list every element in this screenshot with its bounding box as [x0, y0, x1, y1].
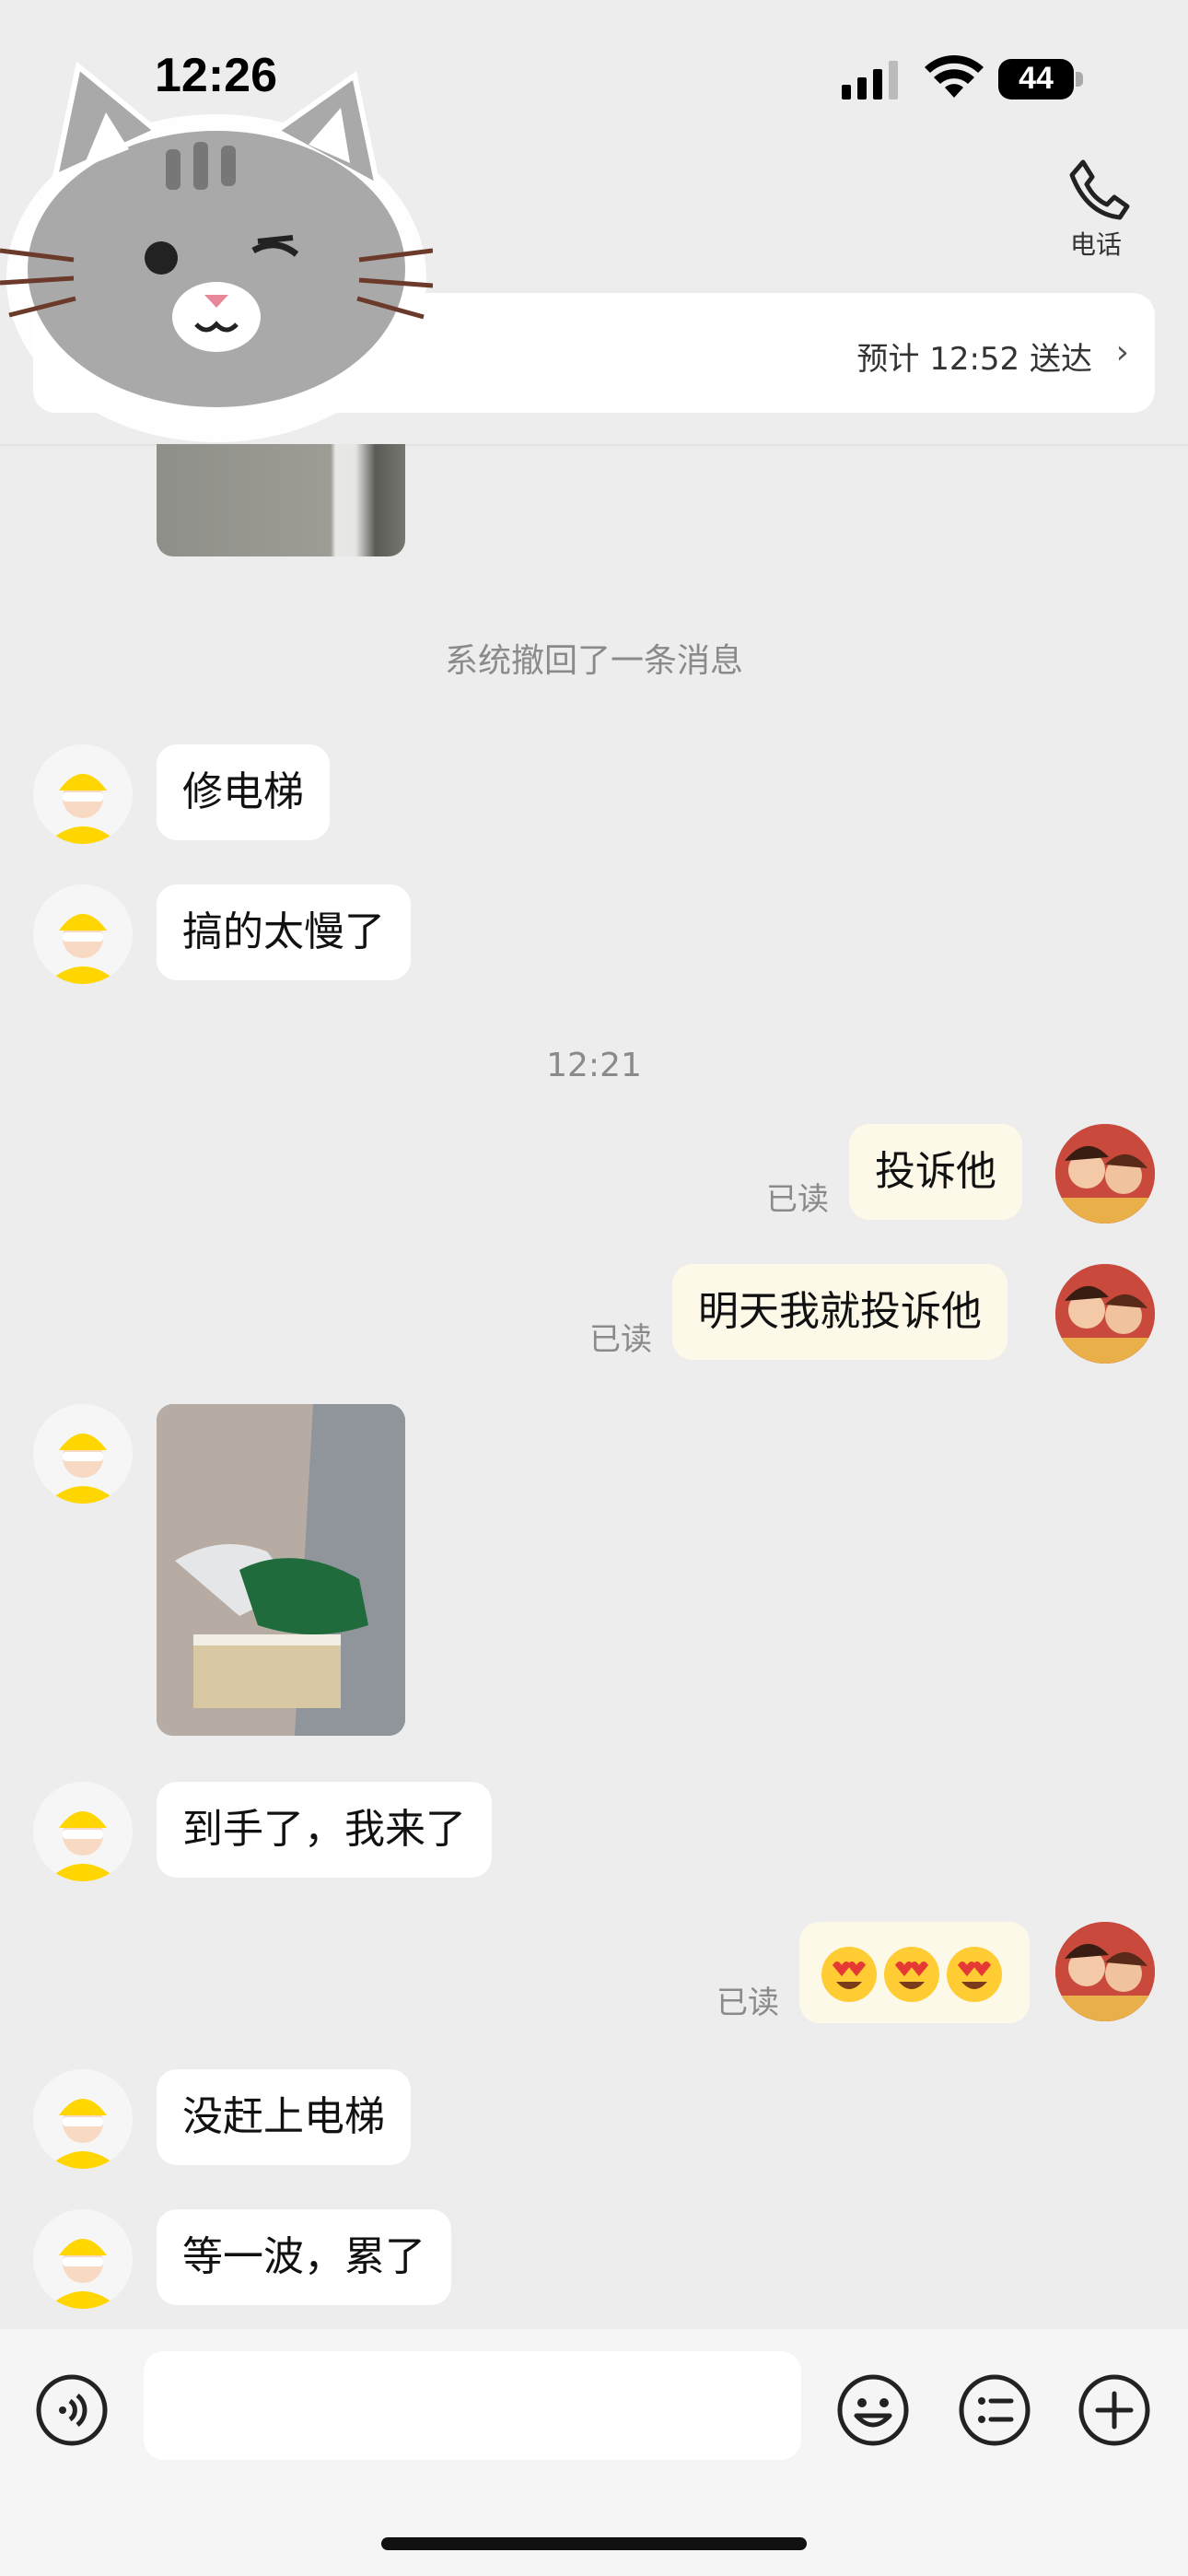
rider-avatar[interactable]: [33, 884, 133, 984]
rider-avatar[interactable]: [33, 2209, 133, 2309]
user-avatar[interactable]: [1055, 1264, 1155, 1364]
message-image[interactable]: [157, 444, 405, 556]
phone-label: 电话: [1069, 229, 1122, 260]
plus-icon[interactable]: [1077, 2373, 1151, 2447]
user-avatar[interactable]: [1055, 1124, 1155, 1224]
message-bubble[interactable]: 等一波，累了: [157, 2209, 451, 2305]
read-status: 已读: [716, 1985, 779, 2021]
delivery-photo[interactable]: [157, 1404, 405, 1736]
timestamp: 12:21: [546, 1047, 642, 1084]
message-bubble[interactable]: 明天我就投诉他: [672, 1264, 1007, 1360]
emoji-icon[interactable]: [836, 2373, 910, 2447]
cat-sticker: [0, 61, 433, 442]
rider-avatar[interactable]: [33, 2069, 133, 2169]
heart-eyes-emoji-icon: [947, 1947, 1002, 2002]
list-icon[interactable]: [958, 2373, 1031, 2447]
system-notice: 系统撤回了一条消息: [444, 642, 743, 680]
phone-button[interactable]: 电话: [1059, 157, 1133, 267]
heart-eyes-emoji-icon: [821, 1947, 877, 2002]
home-indicator[interactable]: [381, 2537, 807, 2550]
message-bubble[interactable]: 搞的太慢了: [157, 884, 411, 980]
message-bubble[interactable]: 到手了，我来了: [157, 1782, 492, 1878]
battery-icon: 44: [998, 59, 1083, 100]
emoji-message[interactable]: [799, 1922, 1030, 2023]
rider-avatar[interactable]: [33, 1404, 133, 1504]
read-status: 已读: [766, 1181, 829, 1218]
rider-avatar[interactable]: [33, 1782, 133, 1881]
message-bubble[interactable]: 修电梯: [157, 744, 330, 840]
message-bubble[interactable]: 没赶上电梯: [157, 2069, 411, 2165]
battery-level: 44: [1019, 61, 1054, 96]
user-avatar[interactable]: [1055, 1922, 1155, 2021]
chevron-right-icon: ›: [1115, 334, 1129, 371]
wifi-icon: [925, 55, 984, 98]
heart-eyes-emoji-icon: [884, 1947, 939, 2002]
status-time: 12:26: [155, 49, 277, 102]
voice-icon[interactable]: [35, 2373, 109, 2447]
rider-avatar[interactable]: [33, 744, 133, 844]
signal-icon: [842, 61, 898, 100]
message-input[interactable]: [144, 2351, 801, 2460]
delivery-eta: 预计 12:52 送达: [856, 341, 1092, 378]
phone-icon: [1069, 159, 1130, 220]
read-status: 已读: [589, 1321, 652, 1358]
message-bubble[interactable]: 投诉他: [849, 1124, 1022, 1220]
